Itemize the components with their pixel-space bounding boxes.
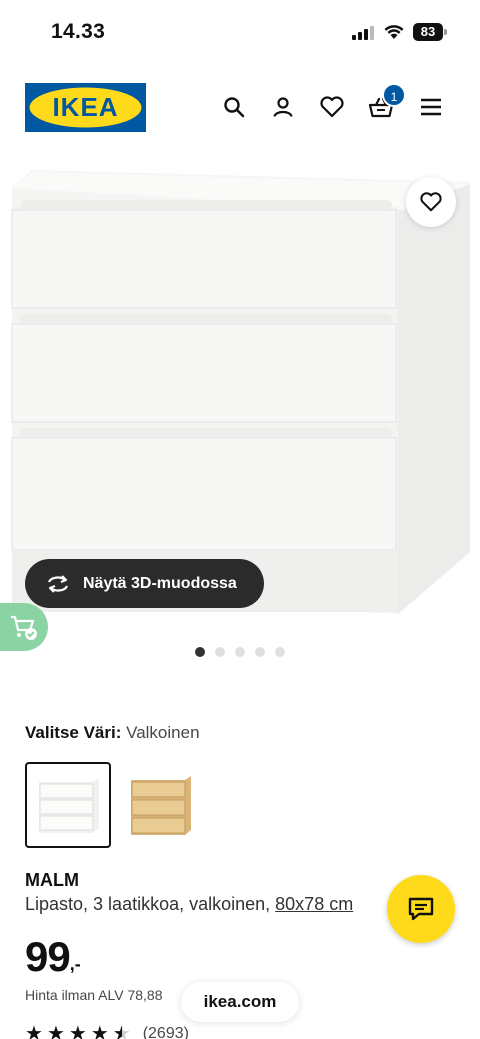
pagination-dot[interactable] [235,647,245,657]
rotate-3d-icon [47,574,69,593]
color-swatch-oak[interactable] [117,762,203,848]
gallery-pagination[interactable] [195,647,285,657]
price-excluding-vat: Hinta ilman ALV 78,88 [25,987,163,1003]
product-description: Lipasto, 3 laatikkoa, valkoinen, 80x78 c… [25,894,405,915]
review-count: (2693) [142,1025,189,1039]
description-text: Lipasto, 3 laatikkoa, valkoinen, [25,894,276,914]
account-icon[interactable] [269,93,297,121]
oak-dresser-thumbnail [131,776,191,835]
shopping-cart-shortcut[interactable] [0,603,48,651]
pagination-dot[interactable] [195,647,205,657]
chat-icon [408,897,434,921]
browser-url-bar[interactable]: ikea.com [181,982,299,1022]
search-icon[interactable] [220,93,248,121]
ikea-logo[interactable]: IKEA [25,83,146,132]
wifi-icon [384,25,404,39]
star-icon: ★ [25,1023,43,1039]
white-dresser-thumbnail [39,778,99,833]
product-rating[interactable]: ★ ★ ★ ★ ★ (2693) [25,1024,189,1039]
cart-check-icon [11,615,37,640]
product-price: 99 ,- [25,932,81,982]
pagination-dot[interactable] [275,647,285,657]
star-icon: ★ [68,1023,87,1039]
color-swatch-white[interactable] [25,762,111,848]
status-bar: 14.33 83 [0,0,480,62]
battery-icon: 83 [413,23,447,41]
heart-icon [420,192,442,212]
price-decimal: ,- [69,954,81,974]
cart-count-badge: 1 [382,83,406,107]
view-3d-button[interactable]: Näytä 3D-muodossa [25,559,264,608]
product-name: MALM [25,870,79,890]
status-time: 14.33 [51,20,106,43]
battery-level: 83 [413,23,443,41]
chat-button[interactable] [387,875,455,943]
wishlist-icon[interactable] [318,93,346,121]
half-star-icon: ★ [113,1024,131,1039]
logo-text: IKEA [52,92,118,122]
menu-icon[interactable] [417,93,445,121]
size-link[interactable]: 80x78 cm [275,894,353,914]
view-3d-label: Näytä 3D-muodossa [83,574,237,592]
pagination-dot[interactable] [255,647,265,657]
pagination-dot[interactable] [215,647,225,657]
site-header: IKEA [0,62,480,152]
price-integer: 99 [25,933,71,980]
color-selector-label: Valitse Väri: Valkoinen [25,723,200,743]
add-to-favourites-button[interactable] [406,177,456,227]
color-value: Valkoinen [126,723,200,742]
star-icon: ★ [46,1023,65,1039]
signal-icon [352,26,374,40]
color-label: Valitse Väri: [25,723,122,742]
star-icon: ★ [90,1023,109,1039]
